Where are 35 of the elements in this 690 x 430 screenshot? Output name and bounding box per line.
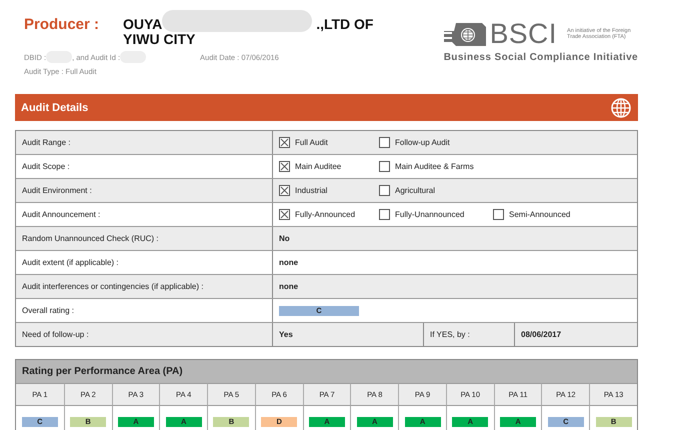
table-cell: If YES, by : [424,323,515,346]
option-label: Main Auditee & Farms [395,162,474,171]
globe-icon [611,98,631,118]
table-cell-text: none [278,257,298,269]
table-cell: Yes [273,323,424,346]
checkbox[interactable] [279,209,290,220]
option-label: Semi-Announced [509,210,570,219]
table-cell-text: No [278,233,290,245]
producer-label: Producer : [24,16,100,35]
producer-name: YIWU CITY [123,32,196,47]
logo-subtitle: Business Social Compliance Initiative [444,52,638,63]
option-label: Agricultural [395,186,436,195]
option-label: Full Audit [295,138,328,147]
option-label: Main Auditee [295,162,342,171]
hand-globe-icon [444,22,486,46]
checkbox[interactable] [279,185,290,196]
table-heading: Rating per Performance Area (PA) [16,360,637,383]
table-cell-text: none [278,281,298,293]
checkbox[interactable] [279,137,290,148]
table-cell-text: 08/06/2017 [520,329,562,341]
option-label: Fully-Announced [295,210,356,219]
checkbox[interactable] [379,137,390,148]
logo-text: BSCI [490,20,558,48]
checkbox[interactable] [379,209,390,220]
checkbox[interactable] [279,161,290,172]
option-label: Industrial [295,186,328,195]
option-label: Fully-Unannounced [395,210,464,219]
checkbox[interactable] [493,209,504,220]
checkbox[interactable] [379,185,390,196]
option-label: Follow-up Audit [395,138,450,147]
producer-name: .,LTD OF [316,17,374,32]
checkbox[interactable] [379,161,390,172]
table-cell: Need of follow-up : [16,323,273,346]
producer-name: OUYA [123,17,162,32]
section-title: Audit Details [21,102,88,114]
